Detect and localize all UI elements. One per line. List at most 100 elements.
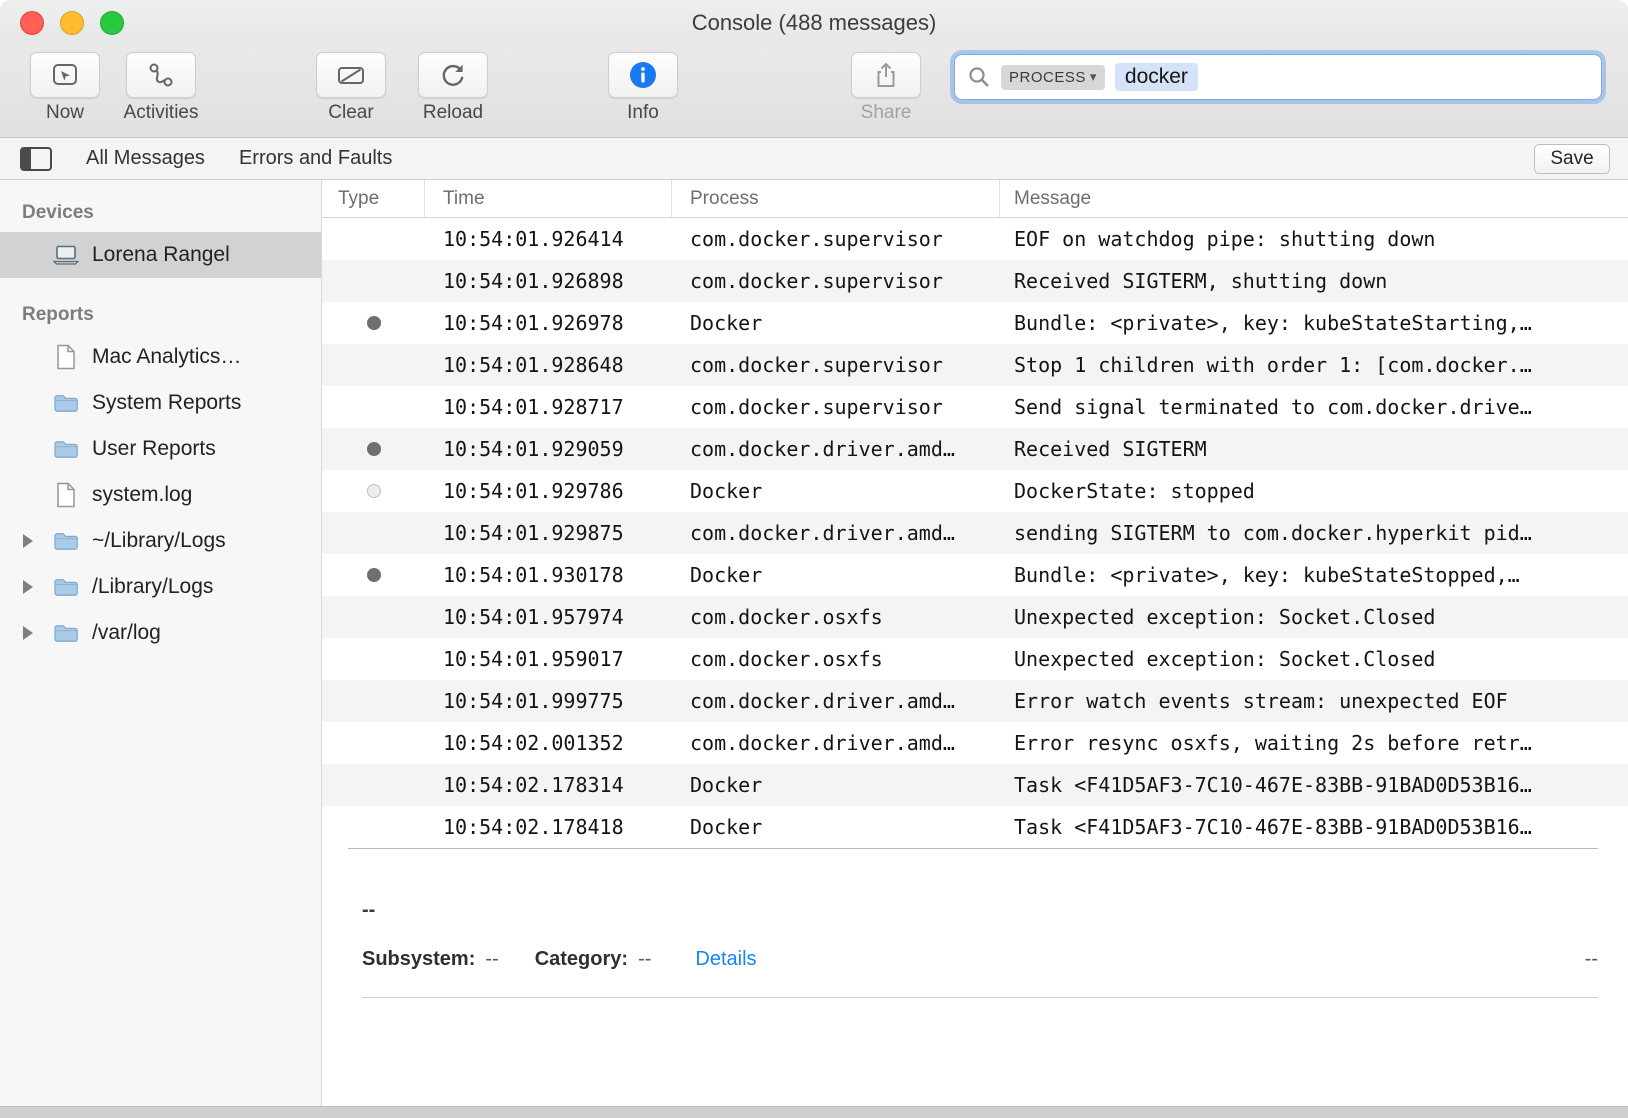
column-header-process[interactable]: Process (672, 180, 1000, 217)
sidebar-toggle-button[interactable] (20, 147, 52, 171)
cell-type (322, 316, 425, 330)
clear-label: Clear (328, 102, 373, 124)
sidebar-item-label: /Library/Logs (92, 575, 213, 599)
sidebar-item-label: User Reports (92, 437, 216, 461)
folder-icon (52, 623, 80, 643)
cell-process: Docker (672, 311, 1000, 335)
sidebar-item-report[interactable]: system.log (0, 472, 321, 518)
cell-process: com.docker.supervisor (672, 395, 1000, 419)
log-row[interactable]: 10:54:02.178314DockerTask <F41D5AF3-7C10… (322, 764, 1628, 806)
sidebar-item-report[interactable]: System Reports (0, 380, 321, 426)
log-level-dot-dark (367, 442, 381, 456)
traffic-lights (0, 11, 124, 35)
cell-process: com.docker.supervisor (672, 269, 1000, 293)
column-header-type[interactable]: Type (322, 180, 425, 217)
cell-process: com.docker.osxfs (672, 605, 1000, 629)
column-header-message[interactable]: Message (1000, 180, 1628, 217)
sidebar-item-report[interactable]: User Reports (0, 426, 321, 472)
toolbar: Now Activities (0, 46, 1628, 138)
log-row[interactable]: 10:54:01.929875com.docker.driver.amd…sen… (322, 512, 1628, 554)
sidebar-header-devices: Devices (0, 194, 321, 232)
column-header-time[interactable]: Time (425, 180, 672, 217)
log-row[interactable]: 10:54:01.926978DockerBundle: <private>, … (322, 302, 1628, 344)
sidebar-item-report[interactable]: /var/log (0, 610, 321, 656)
reload-button[interactable]: Reload (414, 52, 492, 124)
log-row[interactable]: 10:54:01.959017com.docker.osxfsUnexpecte… (322, 638, 1628, 680)
log-row[interactable]: 10:54:02.001352com.docker.driver.amd…Err… (322, 722, 1628, 764)
info-button[interactable]: Info (604, 52, 682, 124)
cell-time: 10:54:02.178314 (425, 773, 672, 797)
search-field[interactable]: PROCESS ▾ docker (954, 54, 1602, 100)
tab-errors-and-faults[interactable]: Errors and Faults (239, 147, 392, 170)
activities-button[interactable]: Activities (122, 52, 200, 124)
sidebar-item-report[interactable]: ~/Library/Logs (0, 518, 321, 564)
cell-time: 10:54:02.001352 (425, 731, 672, 755)
cell-message: Bundle: <private>, key: kubeStateStopped… (1000, 563, 1628, 587)
cell-type (322, 484, 425, 498)
cell-message: Received SIGTERM (1000, 437, 1628, 461)
document-icon (52, 482, 80, 508)
log-pane: Type Time Process Message 10:54:01.92641… (322, 180, 1628, 1106)
cell-process: Docker (672, 815, 1000, 839)
log-row[interactable]: 10:54:02.178418DockerTask <F41D5AF3-7C10… (322, 806, 1628, 848)
disclosure-triangle-icon[interactable] (16, 534, 40, 548)
cell-time: 10:54:01.928648 (425, 353, 672, 377)
sidebar-item-report[interactable]: Mac Analytics… (0, 334, 321, 380)
cell-message: EOF on watchdog pipe: shutting down (1000, 227, 1628, 251)
cell-message: Bundle: <private>, key: kubeStateStartin… (1000, 311, 1628, 335)
cell-message: Received SIGTERM, shutting down (1000, 269, 1628, 293)
subsystem-value: -- (485, 948, 498, 971)
log-row[interactable]: 10:54:01.926898com.docker.supervisorRece… (322, 260, 1628, 302)
log-row[interactable]: 10:54:01.999775com.docker.driver.amd…Err… (322, 680, 1628, 722)
detail-separator-top (348, 848, 1598, 849)
search-token-process[interactable]: PROCESS ▾ (1001, 65, 1105, 90)
cell-time: 10:54:01.999775 (425, 689, 672, 713)
search-query-value[interactable]: docker (1115, 63, 1198, 91)
cell-time: 10:54:01.959017 (425, 647, 672, 671)
table-header: Type Time Process Message (322, 180, 1628, 218)
log-row[interactable]: 10:54:01.928717com.docker.supervisorSend… (322, 386, 1628, 428)
cell-message: sending SIGTERM to com.docker.hyperkit p… (1000, 521, 1628, 545)
detail-separator-bottom (362, 997, 1598, 998)
sidebar-reports-list: Mac Analytics…System Reports User Reports… (0, 334, 321, 656)
window-bottom-edge (0, 1106, 1628, 1118)
titlebar: Console (488 messages) (0, 0, 1628, 46)
details-link[interactable]: Details (695, 948, 756, 971)
cell-message: Error resync osxfs, waiting 2s before re… (1000, 731, 1628, 755)
category-label: Category: (535, 948, 628, 971)
sidebar-item-report[interactable]: /Library/Logs (0, 564, 321, 610)
folder-icon (52, 577, 80, 597)
share-button[interactable]: Share (847, 52, 925, 124)
cell-time: 10:54:01.926978 (425, 311, 672, 335)
save-button[interactable]: Save (1534, 144, 1610, 174)
zoom-button[interactable] (100, 11, 124, 35)
tab-all-messages[interactable]: All Messages (86, 147, 205, 170)
console-window: Console (488 messages) Now (0, 0, 1628, 1118)
log-row[interactable]: 10:54:01.929059com.docker.driver.amd…Rec… (322, 428, 1628, 470)
log-row[interactable]: 10:54:01.929786DockerDockerState: stoppe… (322, 470, 1628, 512)
log-row[interactable]: 10:54:01.957974com.docker.osxfsUnexpecte… (322, 596, 1628, 638)
cell-type (322, 568, 425, 582)
info-label: Info (627, 102, 659, 124)
cell-time: 10:54:02.178418 (425, 815, 672, 839)
clear-button[interactable]: Clear (312, 52, 390, 124)
cell-time: 10:54:01.926414 (425, 227, 672, 251)
cell-process: com.docker.driver.amd… (672, 689, 1000, 713)
now-button[interactable]: Now (26, 52, 104, 124)
sidebar-item-device[interactable]: Lorena Rangel (0, 232, 321, 278)
log-level-dot-dark (367, 568, 381, 582)
log-row[interactable]: 10:54:01.926414com.docker.supervisorEOF … (322, 218, 1628, 260)
sidebar: Devices Lorena Rangel Reports Mac Analyt… (0, 180, 322, 1106)
disclosure-triangle-icon[interactable] (16, 626, 40, 640)
detail-meta: Subsystem: -- Category: -- Details -- (362, 948, 1598, 971)
close-button[interactable] (20, 11, 44, 35)
cell-time: 10:54:01.929059 (425, 437, 672, 461)
disclosure-triangle-icon[interactable] (16, 580, 40, 594)
minimize-button[interactable] (60, 11, 84, 35)
log-row[interactable]: 10:54:01.928648com.docker.supervisorStop… (322, 344, 1628, 386)
cell-message: Task <F41D5AF3-7C10-467E-83BB-91BAD0D53B… (1000, 773, 1628, 797)
window-title: Console (488 messages) (0, 10, 1628, 36)
log-row[interactable]: 10:54:01.930178DockerBundle: <private>, … (322, 554, 1628, 596)
search-icon (967, 65, 991, 89)
cell-message: Error watch events stream: unexpected EO… (1000, 689, 1628, 713)
